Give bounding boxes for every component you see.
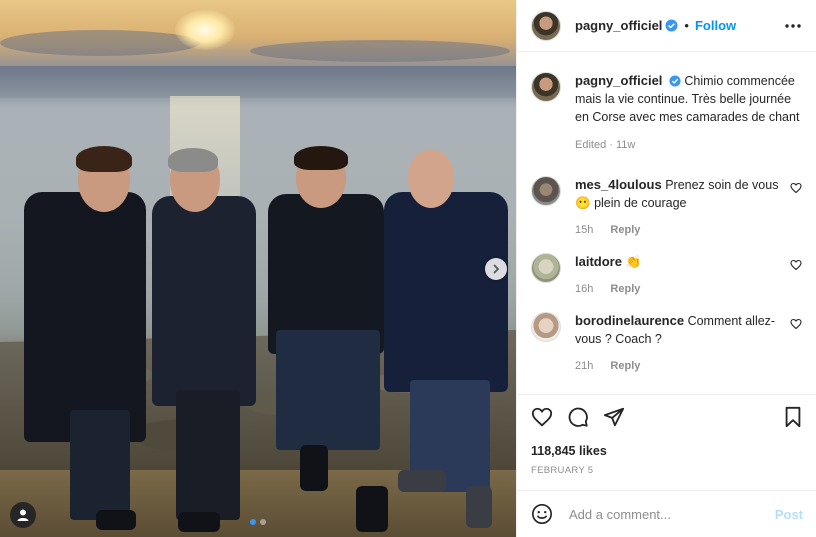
comment-body: laitdore 👏 16h Reply xyxy=(575,253,782,298)
avatar[interactable] xyxy=(531,253,561,283)
horizon xyxy=(0,66,516,98)
separator: • xyxy=(684,18,689,33)
comment-username[interactable]: mes_4loulous xyxy=(575,177,662,192)
post-comment-button[interactable]: Post xyxy=(775,507,803,522)
comment-meta: 15h Reply xyxy=(575,221,782,239)
post-panel: pagny_officiel • Follow pagny_officiel C… xyxy=(516,0,816,537)
caption-body: pagny_officiel Chimio commencée mais la … xyxy=(575,72,802,154)
comment-meta: 16h Reply xyxy=(575,280,782,298)
username-link[interactable]: pagny_officiel xyxy=(575,18,662,33)
comment-body: borodinelaurence Comment allez-vous ? Co… xyxy=(575,312,782,375)
tagged-users-button[interactable] xyxy=(10,502,36,528)
cloud xyxy=(0,30,200,56)
carousel-next-button[interactable] xyxy=(485,258,507,280)
paper-plane-icon xyxy=(603,407,625,426)
reply-button[interactable]: Reply xyxy=(610,360,640,372)
post-photo[interactable] xyxy=(0,0,516,537)
more-horizontal-icon xyxy=(785,23,801,28)
bookmark-icon xyxy=(785,406,801,427)
reply-button[interactable]: Reply xyxy=(610,224,640,236)
likes-count[interactable]: 118,845 likes xyxy=(531,444,607,458)
follow-button[interactable]: Follow xyxy=(695,18,736,33)
comment-time: 15h xyxy=(575,224,594,236)
like-comment-heart-icon[interactable] xyxy=(790,182,802,194)
comment-text-2: plein de courage xyxy=(594,196,687,210)
verified-badge-icon xyxy=(665,19,678,32)
comment-input[interactable] xyxy=(567,505,775,523)
caption-username[interactable]: pagny_officiel xyxy=(575,73,662,88)
comment-row: borodinelaurence Comment allez-vous ? Co… xyxy=(531,312,802,375)
avatar[interactable] xyxy=(531,176,561,206)
share-button[interactable] xyxy=(603,406,625,428)
chevron-right-icon xyxy=(493,264,500,274)
reply-button[interactable]: Reply xyxy=(610,283,640,295)
like-comment-heart-icon[interactable] xyxy=(790,259,802,271)
comment-time: 21h xyxy=(575,360,594,372)
carousel-dot xyxy=(260,519,266,525)
user-icon xyxy=(17,509,29,521)
avatar[interactable] xyxy=(531,72,561,102)
verified-badge-icon xyxy=(669,75,681,87)
instagram-post: pagny_officiel • Follow pagny_officiel C… xyxy=(0,0,816,537)
like-button[interactable] xyxy=(531,406,553,428)
post-date[interactable]: FEBRUARY 5 xyxy=(531,465,593,476)
action-bar xyxy=(517,394,816,438)
caption: pagny_officiel Chimio commencée mais la … xyxy=(531,72,802,154)
emoji-button[interactable] xyxy=(531,503,553,525)
comment-body: mes_4loulous Prenez soin de vous 😶 plein… xyxy=(575,176,782,239)
comment-button[interactable] xyxy=(567,406,589,428)
comment-row: mes_4loulous Prenez soin de vous 😶 plein… xyxy=(531,176,802,239)
comment-meta: 21h Reply xyxy=(575,357,782,375)
avatar[interactable] xyxy=(531,10,561,41)
comment-username[interactable]: laitdore xyxy=(575,254,622,269)
like-comment-heart-icon[interactable] xyxy=(790,318,802,330)
carousel-dots xyxy=(250,519,266,525)
post-header: pagny_officiel • Follow xyxy=(517,0,816,52)
comment-bubble-icon xyxy=(568,407,588,427)
sun xyxy=(175,10,235,50)
add-comment-bar: Post xyxy=(517,490,816,537)
carousel-dot-active xyxy=(250,519,256,525)
comment-row: laitdore 👏 16h Reply xyxy=(531,253,802,298)
comment-username[interactable]: borodinelaurence xyxy=(575,313,684,328)
smiley-icon xyxy=(532,504,552,524)
header-user: pagny_officiel • Follow xyxy=(575,18,736,33)
save-button[interactable] xyxy=(783,406,803,428)
comment-time: 16h xyxy=(575,283,594,295)
face-emoji: 😶 xyxy=(575,196,591,210)
more-options-button[interactable] xyxy=(784,23,802,29)
avatar[interactable] xyxy=(531,312,561,342)
clap-emoji: 👏 xyxy=(625,255,642,269)
caption-meta: Edited · 11w xyxy=(575,139,636,151)
comment-text: Prenez soin de vous xyxy=(665,178,779,192)
cloud xyxy=(250,40,510,62)
comments-list: pagny_officiel Chimio commencée mais la … xyxy=(517,52,816,390)
heart-icon xyxy=(531,407,553,426)
